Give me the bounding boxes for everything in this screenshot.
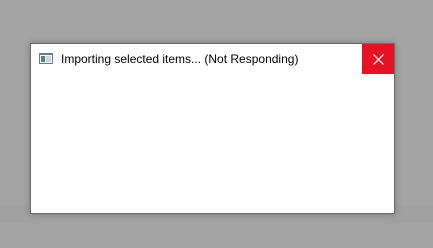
window-title: Importing selected items... (Not Respond… (61, 52, 299, 66)
close-button[interactable] (362, 44, 394, 74)
dialog-content-area (31, 74, 394, 213)
close-icon (372, 53, 384, 65)
title-bar[interactable]: Importing selected items... (Not Respond… (31, 44, 394, 74)
window-app-icon (39, 53, 53, 64)
import-progress-dialog: Importing selected items... (Not Respond… (30, 43, 395, 214)
